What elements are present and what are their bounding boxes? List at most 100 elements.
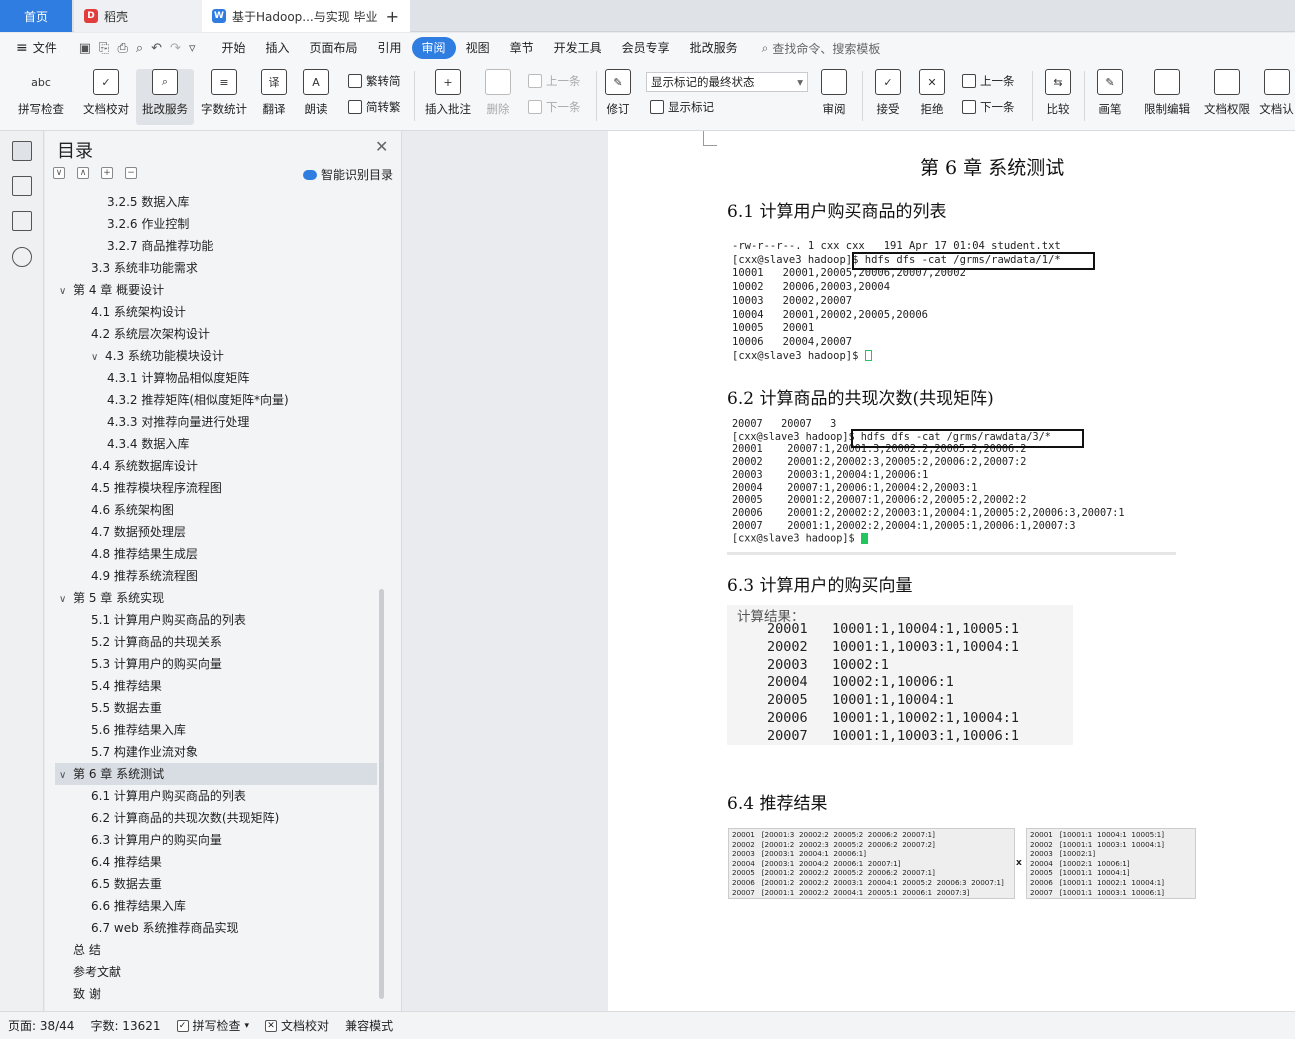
toc-item[interactable]: 3.2.5 数据入库 xyxy=(107,191,189,213)
menu-3[interactable]: 引用 xyxy=(368,37,412,59)
tab-document[interactable]: W 基于Hadoop...与实现 毕业 + xyxy=(202,0,410,32)
chevron-down-icon[interactable]: ∨ xyxy=(59,589,73,611)
toc-item[interactable]: 5.3 计算用户的购买向量 xyxy=(91,653,222,675)
search-icon[interactable] xyxy=(12,247,32,267)
save-icon[interactable]: ▣ xyxy=(79,41,91,56)
markup-state-select[interactable]: 显示标记的最终状态 ▾ xyxy=(646,72,808,92)
next-comment-button[interactable]: 下一条 xyxy=(528,99,581,115)
toc-item[interactable]: 4.3.1 计算物品相似度矩阵 xyxy=(107,367,249,389)
toc-item[interactable]: 4.6 系统架构图 xyxy=(91,499,174,521)
undo-icon[interactable]: ↶ xyxy=(151,41,162,56)
toc-item[interactable]: 4.4 系统数据库设计 xyxy=(91,455,198,477)
toc-item[interactable]: 4.1 系统架构设计 xyxy=(91,301,186,323)
tab-docer[interactable]: D 稻壳 xyxy=(74,0,202,32)
bookmark-icon[interactable] xyxy=(12,211,32,231)
toc-item[interactable]: 5.1 计算用户购买商品的列表 xyxy=(91,609,246,631)
chapter-nav-icon[interactable] xyxy=(12,176,32,196)
command-search[interactable]: ⌕ 查找命令、搜索模板 xyxy=(762,40,881,57)
spell-check-status[interactable]: ✓ 拼写检查 ▾ xyxy=(169,1017,258,1034)
toc-item[interactable]: 3.3 系统非功能需求 xyxy=(91,257,198,279)
toc-item[interactable]: 6.5 数据去重 xyxy=(91,873,162,895)
trad-to-simp-button[interactable]: 繁转简 xyxy=(348,73,401,89)
toc-item[interactable]: 6.7 web 系统推荐商品实现 xyxy=(91,917,239,939)
next-change-button[interactable]: 下一条 xyxy=(962,99,1015,115)
proofread-status[interactable]: ✕ 文档校对 xyxy=(257,1017,337,1034)
tab-home[interactable]: 首页 xyxy=(0,0,72,32)
toc-item[interactable]: 致 谢 xyxy=(59,983,101,1005)
prev-change-button[interactable]: 上一条 xyxy=(962,73,1015,89)
menu-0[interactable]: 开始 xyxy=(211,37,255,59)
menu-9[interactable]: 批改服务 xyxy=(680,37,748,59)
toc-item[interactable]: 4.3.4 数据入库 xyxy=(107,433,189,455)
doc-permission-button[interactable]: 文档权限 xyxy=(1200,69,1254,125)
toc-item[interactable]: 4.8 推荐结果生成层 xyxy=(91,543,198,565)
toc-item[interactable]: 6.3 计算用户的购买向量 xyxy=(91,829,222,851)
restrict-edit-button[interactable]: 限制编辑 xyxy=(1140,69,1194,125)
show-markup-button[interactable]: 显示标记 xyxy=(650,99,714,115)
spell-check-button[interactable]: abc 拼写检查 xyxy=(10,69,72,125)
remove-level-icon[interactable]: − xyxy=(125,167,137,179)
word-count-indicator[interactable]: 字数: 13621 xyxy=(82,1017,168,1034)
menu-2[interactable]: 页面布局 xyxy=(300,37,368,59)
file-menu[interactable]: ≡ 文件 xyxy=(0,37,67,59)
doc-cert-button[interactable]: 文档认 xyxy=(1258,69,1295,125)
toc-item[interactable]: 4.9 推荐系统流程图 xyxy=(91,565,198,587)
menu-6[interactable]: 章节 xyxy=(500,37,544,59)
new-tab-button[interactable]: + xyxy=(386,7,399,26)
delete-comment-button[interactable]: 删除 xyxy=(480,69,516,125)
translate-button[interactable]: 译翻译 xyxy=(255,69,293,125)
expand-all-icon[interactable]: ∧ xyxy=(77,167,89,179)
toc-item[interactable]: 4.3.3 对推荐向量进行处理 xyxy=(107,411,249,433)
print-icon[interactable]: ⎙ xyxy=(117,41,127,56)
toc-item[interactable]: 5.5 数据去重 xyxy=(91,697,162,719)
review-pane-button[interactable]: 审阅 xyxy=(816,69,852,125)
track-changes-button[interactable]: ✎ 修订 xyxy=(600,69,636,125)
menu-4[interactable]: 审阅 xyxy=(411,37,456,59)
close-icon[interactable]: ✕ xyxy=(375,137,388,156)
toc-scrollbar[interactable] xyxy=(379,589,384,999)
chevron-down-icon[interactable]: ∨ xyxy=(59,765,73,787)
word-count-button[interactable]: ≡ 字数统计 xyxy=(198,69,250,125)
chevron-down-icon[interactable]: ∨ xyxy=(91,347,105,369)
toc-item[interactable]: 总 结 xyxy=(59,939,101,961)
toc-item[interactable]: ∨ 第 4 章 概要设计 xyxy=(59,279,164,301)
toc-item[interactable]: 4.3.2 推荐矩阵(相似度矩阵*向量) xyxy=(107,389,289,411)
page-indicator[interactable]: 页面: 38/44 xyxy=(0,1017,82,1034)
review-service-button[interactable]: ⌕ 批改服务 xyxy=(136,69,194,125)
toc-item[interactable]: 5.2 计算商品的共现关系 xyxy=(91,631,222,653)
toc-item[interactable]: 参考文献 xyxy=(59,961,121,983)
insert-comment-button[interactable]: + 插入批注 xyxy=(422,69,474,125)
menu-7[interactable]: 开发工具 xyxy=(544,37,612,59)
print-preview-icon[interactable]: ⌕ xyxy=(136,41,143,56)
toc-item[interactable]: 5.4 推荐结果 xyxy=(91,675,162,697)
read-aloud-button[interactable]: A 朗读 xyxy=(298,69,334,125)
chevron-down-icon[interactable]: ∨ xyxy=(59,281,73,303)
toc-item[interactable]: 4.5 推荐模块程序流程图 xyxy=(91,477,222,499)
toc-item[interactable]: 3.2.6 作业控制 xyxy=(107,213,189,235)
toc-item[interactable]: 3.2.7 商品推荐功能 xyxy=(107,235,213,257)
toc-item[interactable]: 5.6 推荐结果入库 xyxy=(91,719,186,741)
toc-item[interactable]: 6.2 计算商品的共现次数(共现矩阵) xyxy=(91,807,279,829)
reject-button[interactable]: ✕ 拒绝 xyxy=(914,69,950,125)
menu-1[interactable]: 插入 xyxy=(256,37,300,59)
pen-button[interactable]: ✎ 画笔 xyxy=(1094,69,1126,125)
simp-to-trad-button[interactable]: 简转繁 xyxy=(348,99,401,115)
toc-item[interactable]: ∨ 第 6 章 系统测试 xyxy=(59,763,164,785)
more-icon[interactable]: ▿ xyxy=(189,41,196,56)
redo-icon[interactable]: ↷ xyxy=(170,41,181,56)
prev-comment-button[interactable]: 上一条 xyxy=(528,73,581,89)
export-pdf-icon[interactable]: ⎘ xyxy=(99,41,109,56)
toc-item[interactable]: 4.7 数据预处理层 xyxy=(91,521,186,543)
collapse-all-icon[interactable]: ∨ xyxy=(53,167,65,179)
toc-item[interactable]: 6.4 推荐结果 xyxy=(91,851,162,873)
smart-toc-button[interactable]: 智能识别目录 xyxy=(303,166,393,183)
accept-button[interactable]: ✓ 接受 xyxy=(870,69,906,125)
menu-8[interactable]: 会员专享 xyxy=(612,37,680,59)
compare-button[interactable]: ⇆ 比较 xyxy=(1040,69,1076,125)
toc-item[interactable]: ∨ 第 5 章 系统实现 xyxy=(59,587,164,609)
menu-5[interactable]: 视图 xyxy=(456,37,500,59)
toc-panel-icon[interactable] xyxy=(12,141,32,161)
toc-item[interactable]: ∨ 4.3 系统功能模块设计 xyxy=(91,345,224,367)
toc-item[interactable]: 4.2 系统层次架构设计 xyxy=(91,323,210,345)
toc-item[interactable]: 6.1 计算用户购买商品的列表 xyxy=(91,785,246,807)
